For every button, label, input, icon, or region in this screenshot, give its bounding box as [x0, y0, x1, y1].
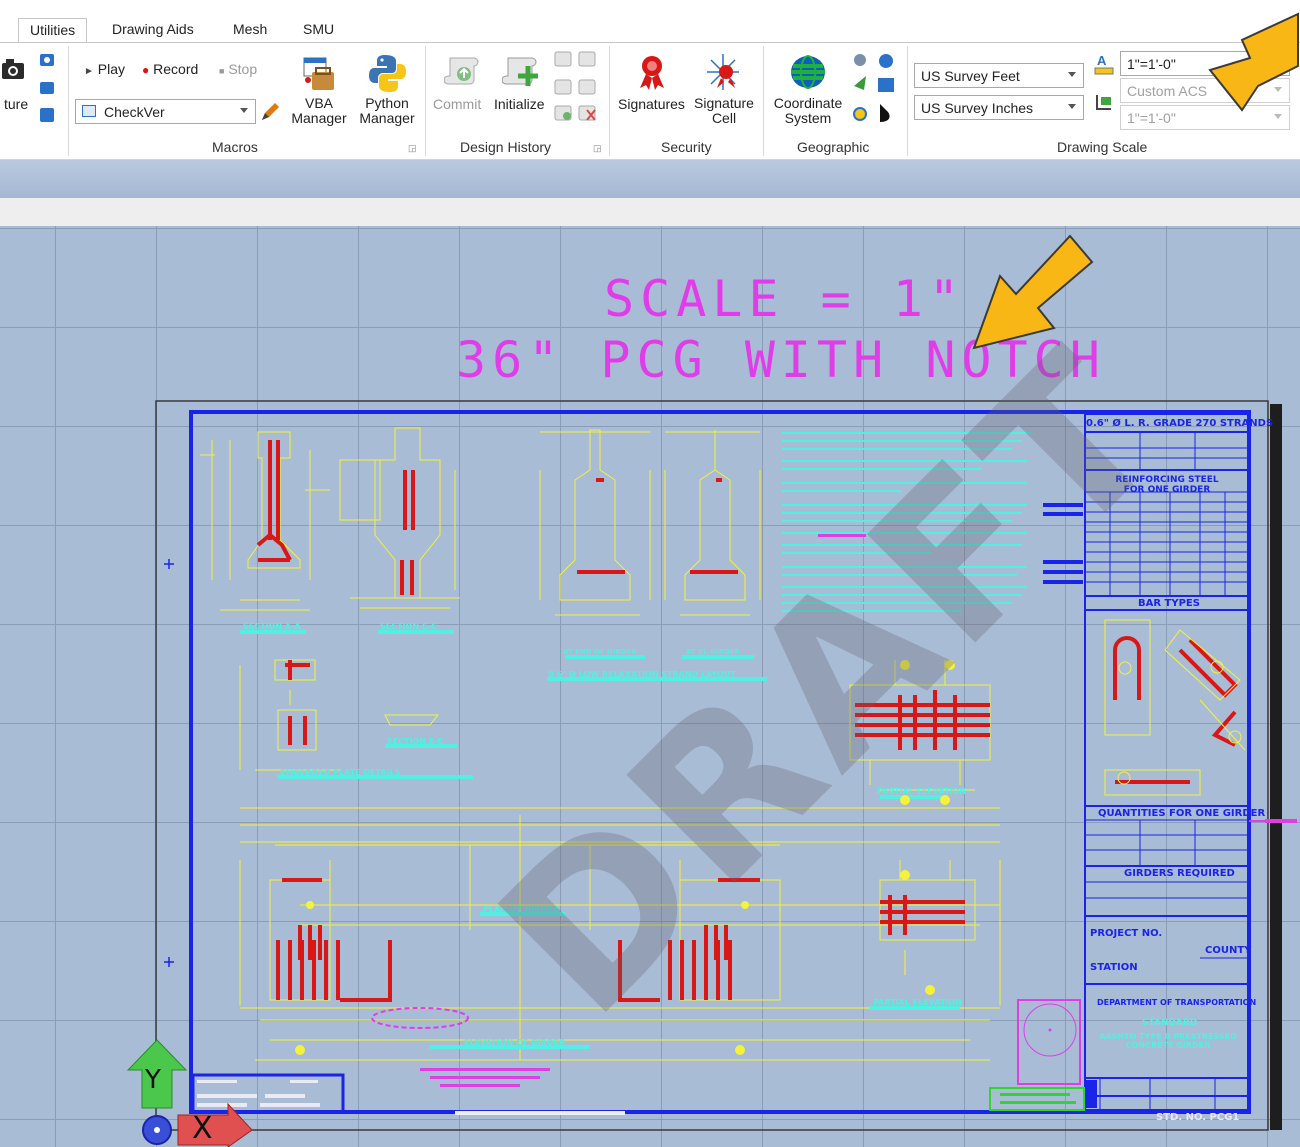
- design-history-group-label: Design History: [460, 139, 552, 155]
- section-aa-caption: SECTION A-A: [243, 622, 301, 631]
- callout-arrow-top: [1198, 0, 1300, 117]
- section-ee-caption: SECTION E-E: [387, 737, 444, 746]
- signature-cell-button[interactable]: Signature Cell: [692, 96, 756, 126]
- end-of-girder-caption: AT END OF GIRDER: [563, 648, 637, 656]
- edit-macro-icon[interactable]: [259, 101, 281, 128]
- partial-elevation-caption-2: PARTIAL ELEVATION: [873, 998, 962, 1007]
- svg-text:A: A: [1097, 53, 1107, 68]
- commit-icon[interactable]: [443, 52, 482, 93]
- stop-button[interactable]: ■ Stop: [219, 62, 257, 79]
- girder-type-label: AASHTO TYPE II PRESTRESSED CONCRETE GIRD…: [1099, 1032, 1237, 1050]
- geo-tools-icons[interactable]: [850, 50, 900, 135]
- elevation-of-girder-caption: ELEVATION OF GIRDER: [464, 1038, 565, 1047]
- microstation-window: Utilities Drawing Aids Mesh SMU ture ► P…: [0, 0, 1300, 1147]
- camera-icon[interactable]: [2, 53, 26, 87]
- python-icon[interactable]: [368, 52, 406, 99]
- view-header: [0, 198, 1300, 226]
- section-cc-caption: SECTION C-C: [380, 622, 438, 631]
- initialize-button[interactable]: Initialize: [494, 97, 545, 112]
- settings-small-icon[interactable]: [38, 52, 58, 129]
- geographic-group-label: Geographic: [797, 139, 870, 155]
- signature-icon[interactable]: [634, 52, 670, 97]
- department-label: DEPARTMENT OF TRANSPORTATION: [1097, 998, 1257, 1007]
- commit-button[interactable]: Commit: [433, 97, 481, 112]
- drawing-scale-group-label: Drawing Scale: [1057, 139, 1148, 155]
- signature-cell-icon[interactable]: [705, 52, 741, 97]
- std-no-label: STD. NO. PCG1: [1156, 1112, 1240, 1123]
- girders-required-label: GIRDERS REQUIRED: [1124, 868, 1235, 879]
- y-axis-label: Y: [145, 1065, 161, 1095]
- coordinate-system-button[interactable]: Coordinate System: [770, 96, 846, 126]
- security-group-label: Security: [661, 139, 712, 155]
- vba-icon[interactable]: [300, 54, 336, 99]
- quantities-label: QUANTITIES FOR ONE GIRDER: [1098, 808, 1266, 819]
- secondary-units-select[interactable]: US Survey Inches: [914, 95, 1084, 120]
- tab-smu[interactable]: SMU: [292, 18, 345, 42]
- macro-select[interactable]: CheckVer: [75, 99, 256, 124]
- standard-label: STANDARD: [1142, 1018, 1198, 1028]
- record-icon: ●: [142, 63, 150, 77]
- python-manager-button[interactable]: Python Manager: [357, 96, 417, 126]
- signatures-button[interactable]: Signatures: [618, 97, 685, 112]
- county-label: COUNTY: [1205, 945, 1252, 956]
- record-button[interactable]: ● Record: [142, 62, 198, 78]
- tab-drawing-aids[interactable]: Drawing Aids: [101, 18, 205, 42]
- history-tools-icons[interactable]: [553, 50, 603, 135]
- capture-label: ture: [4, 96, 29, 112]
- tab-mesh[interactable]: Mesh: [222, 18, 278, 42]
- view-toolbar-band: [0, 160, 1300, 198]
- primary-units-select[interactable]: US Survey Feet: [914, 63, 1084, 88]
- embedded-plate-caption: EMBEDDED PLATE DETAILS: [280, 768, 401, 777]
- scale-annotation: SCALE = 1": [604, 270, 966, 328]
- play-button[interactable]: ► Play: [84, 62, 125, 79]
- station-label: STATION: [1090, 962, 1138, 973]
- bar-types-label: BAR TYPES: [1138, 598, 1200, 609]
- acs-tool-icon[interactable]: [1094, 91, 1114, 120]
- ribbon-tab-bar: Utilities Drawing Aids Mesh SMU: [0, 0, 1300, 43]
- project-no-label: PROJECT NO.: [1090, 928, 1163, 939]
- x-axis-label: X: [192, 1111, 213, 1146]
- macro-file-icon: [82, 105, 96, 117]
- initialize-icon[interactable]: [501, 52, 542, 95]
- annotation-scale-icon[interactable]: A: [1093, 52, 1115, 83]
- macros-launcher-icon[interactable]: ◲: [408, 143, 417, 154]
- stop-icon: ■: [219, 66, 225, 76]
- macros-group-label: Macros: [212, 139, 258, 155]
- globe-icon[interactable]: [789, 54, 827, 95]
- vba-manager-button[interactable]: VBA Manager: [290, 96, 348, 126]
- play-icon: ►: [84, 66, 94, 77]
- design-history-launcher-icon[interactable]: ◲: [593, 143, 602, 154]
- tab-utilities[interactable]: Utilities: [18, 18, 88, 43]
